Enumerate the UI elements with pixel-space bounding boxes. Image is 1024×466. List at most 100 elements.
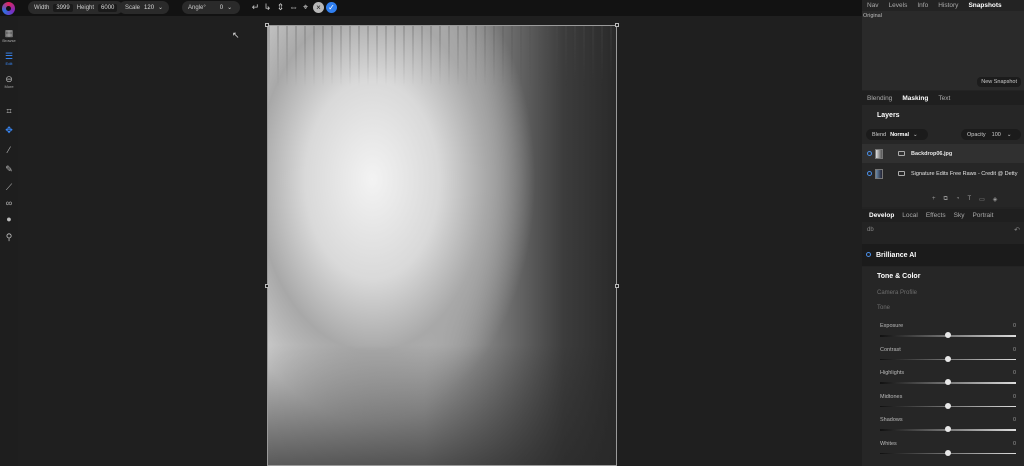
crop-handle-top-left[interactable] (265, 23, 269, 27)
width-label: Width (34, 4, 50, 11)
layer-thumbnail (875, 168, 883, 179)
tab-local[interactable]: Local (898, 212, 922, 219)
new-snapshot-button[interactable]: New Snapshot (977, 77, 1021, 87)
crop-handle-top-right[interactable] (615, 23, 619, 27)
slider-value[interactable]: 0 (1013, 323, 1016, 329)
tab-snapshots[interactable]: Snapshots (963, 2, 1006, 9)
height-label: Height (76, 4, 95, 11)
crop-handle-left[interactable] (265, 284, 269, 288)
tab-levels[interactable]: Levels (884, 2, 913, 9)
opacity-dropdown[interactable]: Opacity 100 ⌄ (961, 129, 1021, 140)
brilliance-ai-section[interactable]: Brilliance AI (862, 244, 1024, 266)
highlights-slider[interactable]: Highlights 0 (880, 370, 1016, 388)
whites-slider[interactable]: Whites 0 (880, 441, 1016, 459)
toggle-icon[interactable] (866, 252, 871, 257)
slider-value[interactable]: 0 (1013, 347, 1016, 353)
confirm-icon[interactable]: ✓ (326, 2, 337, 13)
develop-subbar: db ↶ (862, 223, 1024, 241)
shadows-slider[interactable]: Shadows 0 (880, 417, 1016, 435)
rotate-right-icon[interactable]: ↳ (262, 2, 273, 13)
text-layer-icon[interactable]: T (967, 196, 971, 203)
tab-blending[interactable]: Blending (862, 95, 897, 102)
flip-horizontal-icon[interactable]: ⇔ (288, 2, 299, 13)
slider-value[interactable]: 0 (1013, 370, 1016, 376)
zoom-tool[interactable]: ⚲ (0, 232, 18, 242)
midtones-slider[interactable]: Midtones 0 (880, 394, 1016, 412)
crop-handle-right[interactable] (615, 284, 619, 288)
layers-title: Layers (877, 112, 900, 119)
grid-icon: ▦ (4, 28, 14, 38)
camera-profile-label[interactable]: Camera Profile (877, 290, 917, 296)
retouch-tool[interactable]: ⟋ (0, 182, 18, 192)
blend-value: Normal (890, 131, 910, 138)
transform-tool[interactable]: ✥ (0, 125, 18, 135)
tab-masking[interactable]: Masking (897, 95, 933, 102)
browse-button[interactable]: ▦ Browse (0, 28, 18, 43)
tab-nav[interactable]: Nav (862, 2, 884, 9)
develop-sub-label: db (867, 227, 874, 233)
slider-knob[interactable] (945, 379, 951, 385)
blend-mode-dropdown[interactable]: Blend Normal ⌄ (866, 129, 928, 140)
width-input[interactable]: 3999 (53, 3, 73, 12)
tab-text[interactable]: Text (933, 95, 955, 102)
mask-icon[interactable] (898, 151, 905, 156)
edit-button[interactable]: ☰ Edit (0, 51, 18, 66)
crop-tool[interactable]: ⌗ (0, 106, 18, 116)
add-layer-icon[interactable]: + (932, 196, 936, 203)
app-logo-icon[interactable] (2, 2, 15, 15)
tone-color-title[interactable]: Tone & Color (877, 273, 920, 280)
tab-effects[interactable]: Effects (922, 212, 950, 219)
blur-tool[interactable]: ● (0, 214, 18, 224)
contrast-slider[interactable]: Contrast 0 (880, 347, 1016, 365)
angle-dropdown[interactable]: Angle° 0 ⌄ (182, 1, 240, 14)
tab-sky[interactable]: Sky (950, 212, 969, 219)
slider-knob[interactable] (945, 332, 951, 338)
more-icon: ⊖ (5, 74, 13, 84)
layer-row[interactable]: Signature Edits Free Raws - Credit @ Det… (862, 164, 1024, 183)
rotate-left-icon[interactable]: ↵ (250, 2, 261, 13)
slider-knob[interactable] (945, 355, 951, 362)
develop-tabs: Develop Local Effects Sky Portrait (862, 209, 1024, 222)
chevron-down-icon: ⌄ (1006, 131, 1012, 138)
image-canvas[interactable]: ↖ (18, 16, 862, 466)
slider-knob[interactable] (945, 449, 951, 456)
fill-layer-icon[interactable]: ◔ (956, 196, 960, 203)
delete-layer-icon[interactable]: ▭ (979, 196, 985, 203)
mask-icon[interactable] (898, 171, 905, 176)
layer-name: Signature Edits Free Raws - Credit @ Det… (911, 170, 1018, 177)
crosshair-icon[interactable]: ⌖ (300, 2, 311, 13)
more-button[interactable]: ⊖ More (0, 74, 18, 89)
layers-panel: Layers Blend Normal ⌄ Opacity 100 ⌄ Back… (862, 105, 1024, 207)
tab-develop[interactable]: Develop (862, 212, 898, 219)
magic-wand-tool[interactable]: ⁄ (0, 145, 18, 155)
chevron-down-icon: ⌄ (227, 5, 233, 11)
tab-history[interactable]: History (933, 2, 963, 9)
zoom-icon: ⚲ (5, 232, 13, 242)
undo-icon[interactable]: ↶ (1014, 226, 1020, 234)
tab-portrait[interactable]: Portrait (968, 212, 997, 219)
exposure-slider[interactable]: Exposure 0 (880, 323, 1016, 341)
layers-stack-icon[interactable]: ◈ (993, 196, 998, 203)
slider-value[interactable]: 0 (1013, 394, 1016, 400)
snapshot-original[interactable]: Original (863, 13, 882, 19)
crop-icon: ⌗ (6, 106, 12, 116)
layer-tools: + ⧉ ◔ T ▭ ◈ (932, 196, 997, 203)
slider-value[interactable]: 0 (1013, 441, 1016, 447)
visibility-icon[interactable] (867, 151, 872, 156)
brilliance-title: Brilliance AI (876, 251, 917, 259)
height-input[interactable]: 6000 (98, 3, 118, 12)
slider-value[interactable]: 0 (1013, 417, 1016, 423)
duplicate-layer-icon[interactable]: ⧉ (944, 196, 948, 203)
scale-dropdown[interactable]: Scale 120 ⌄ (119, 1, 170, 14)
visibility-icon[interactable] (867, 171, 872, 176)
layer-row[interactable]: Backdrop06.jpg (862, 144, 1024, 163)
flip-vertical-icon[interactable]: ⇕ (275, 2, 286, 13)
slider-knob[interactable] (945, 402, 951, 409)
tab-info[interactable]: Info (912, 2, 933, 9)
cancel-icon[interactable]: × (313, 2, 324, 13)
slider-knob[interactable] (945, 426, 951, 432)
clone-tool[interactable]: ∞ (0, 198, 18, 208)
retouch-icon: ⟋ (5, 182, 13, 192)
brush-tool[interactable]: ✎ (0, 164, 18, 174)
backdrop-image[interactable] (265, 23, 619, 466)
